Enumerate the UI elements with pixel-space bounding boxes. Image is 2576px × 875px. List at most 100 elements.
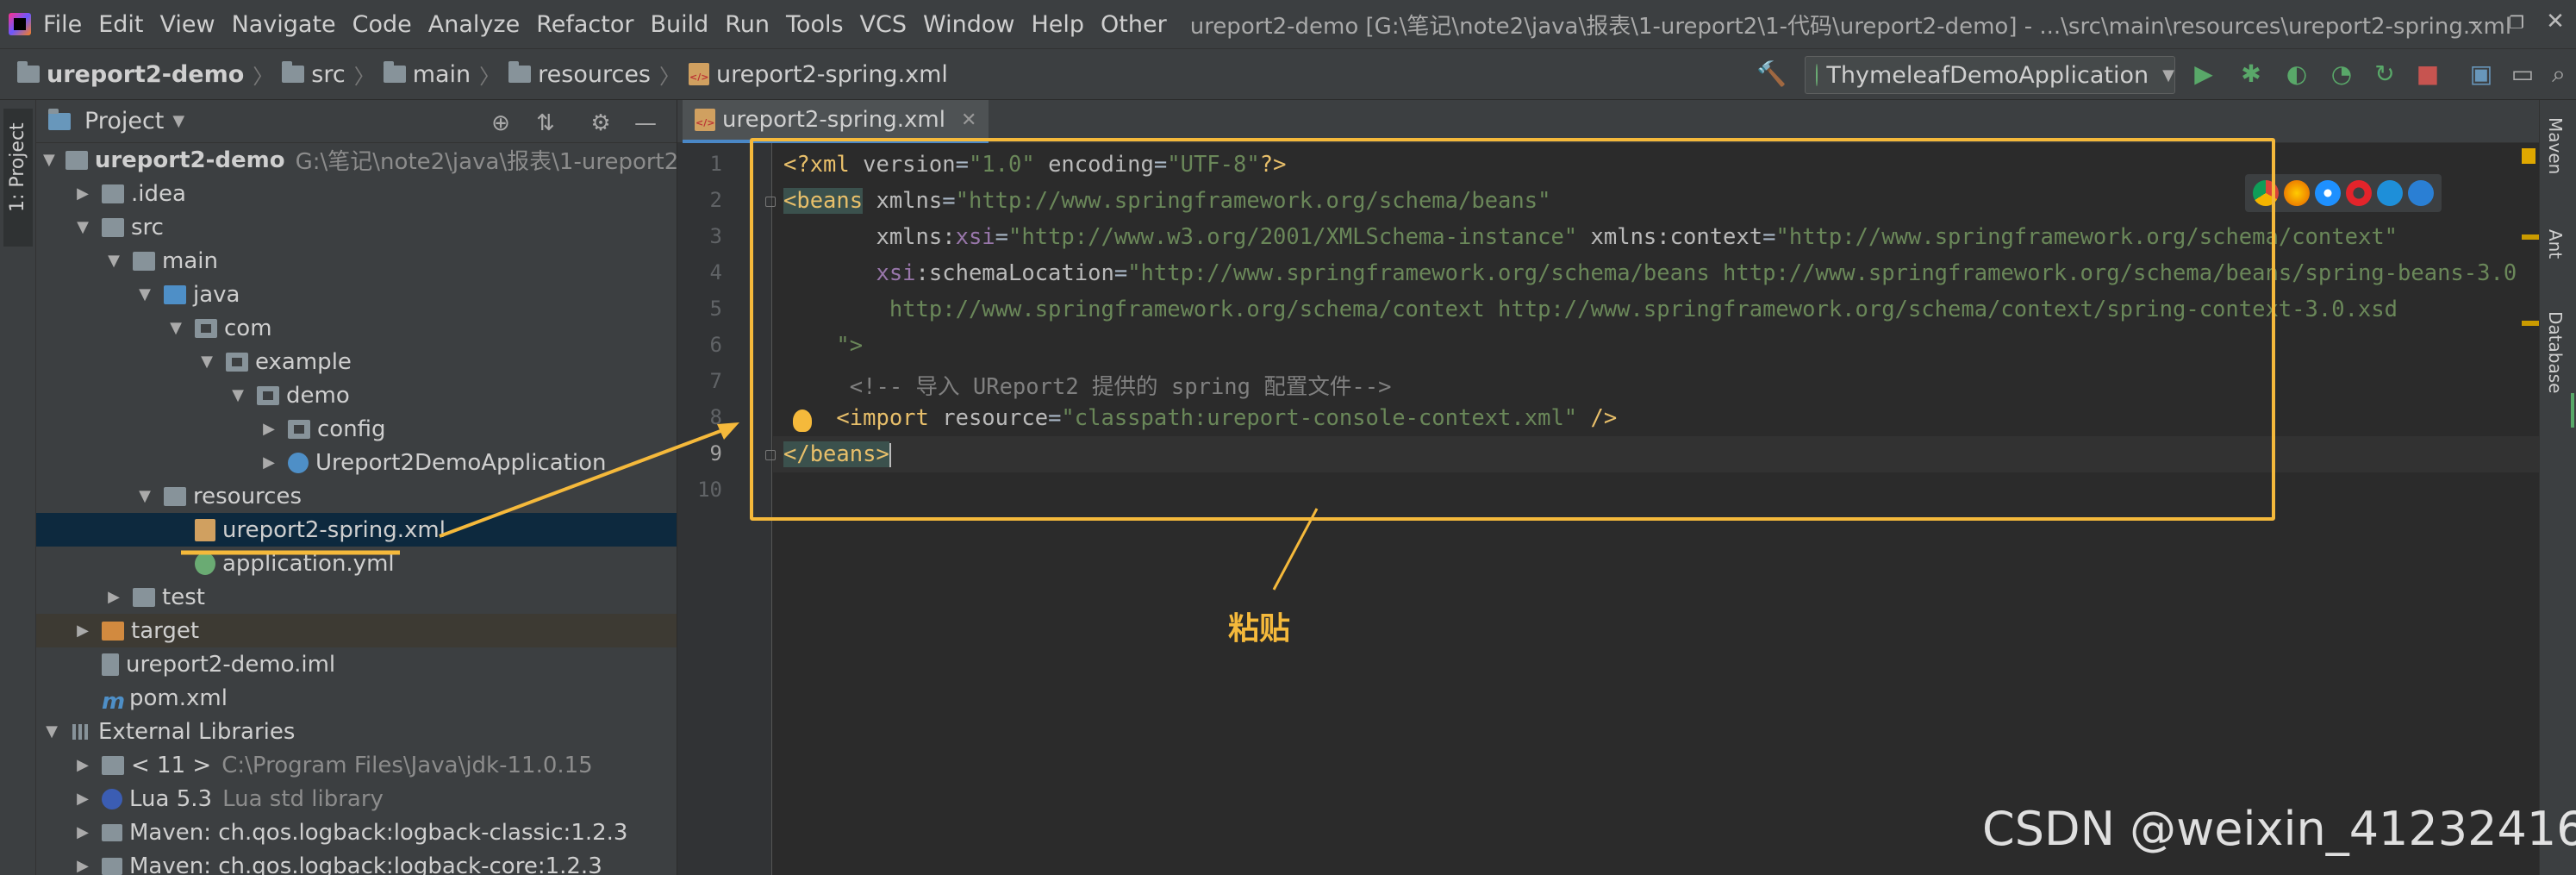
expand-arrow-icon[interactable]: ▼ — [105, 252, 122, 270]
firefox-icon[interactable] — [2284, 180, 2310, 206]
tree-item-application-yml[interactable]: application.yml — [36, 547, 677, 580]
tree-item-main[interactable]: ▼ main — [36, 244, 677, 278]
menu-other[interactable]: Other — [1101, 11, 1167, 38]
hide-icon[interactable]: — — [631, 110, 660, 136]
tab-ureport2-spring-xml[interactable]: ureport2-spring.xml ✕ — [683, 100, 989, 143]
tree-item-config[interactable]: ▶ config — [36, 412, 677, 446]
layout-icon[interactable]: ▭ — [2508, 59, 2537, 89]
tree-item-pom-xml[interactable]: m pom.xml — [36, 681, 677, 715]
scrollbar-thumb[interactable] — [2571, 393, 2574, 428]
tree-item-jdk[interactable]: ▶ < 11 > C:\Program Files\Java\jdk-11.0.… — [36, 748, 677, 782]
gear-icon[interactable]: ⚙ — [586, 110, 615, 136]
menu-code[interactable]: Code — [352, 11, 412, 38]
expand-arrow-icon[interactable]: ▼ — [167, 319, 184, 337]
profile-icon[interactable]: ◔ — [2327, 59, 2356, 89]
tree-item-target[interactable]: ▶ target — [36, 614, 677, 647]
expand-arrow-icon[interactable]: ▶ — [74, 823, 91, 841]
expand-arrow-icon[interactable]: ▼ — [74, 218, 91, 236]
menu-navigate[interactable]: Navigate — [232, 11, 336, 38]
run-icon[interactable]: ▶ — [2189, 59, 2218, 89]
expand-arrow-icon[interactable]: ▶ — [74, 790, 91, 808]
menu-window[interactable]: Window — [923, 11, 1014, 38]
menu-edit[interactable]: Edit — [98, 11, 143, 38]
stop-icon[interactable]: ■ — [2413, 59, 2442, 89]
close-tab-icon[interactable]: ✕ — [961, 109, 976, 131]
project-tool-window-button[interactable]: 1: Project — [3, 109, 33, 247]
close-button[interactable]: ✕ — [2538, 9, 2573, 34]
menu-analyze[interactable]: Analyze — [428, 11, 520, 38]
safari-icon[interactable] — [2315, 180, 2341, 206]
menu-file[interactable]: File — [43, 11, 82, 38]
menu-tools[interactable]: Tools — [786, 11, 844, 38]
error-stripe-mark[interactable] — [2522, 234, 2539, 240]
minimize-button[interactable]: – — [2456, 9, 2491, 34]
attach-icon[interactable]: ↻ — [2370, 59, 2399, 89]
tree-item-iml[interactable]: ureport2-demo.iml — [36, 647, 677, 681]
menu-build[interactable]: Build — [650, 11, 708, 38]
expand-arrow-icon[interactable]: ▶ — [74, 857, 91, 875]
opera-icon[interactable] — [2346, 180, 2372, 206]
tree-item-maven-logback-classic[interactable]: ▶ Maven: ch.qos.logback:logback-classic:… — [36, 816, 677, 849]
menu-help[interactable]: Help — [1031, 11, 1084, 38]
error-stripe-mark[interactable] — [2522, 321, 2539, 326]
expand-arrow-icon[interactable]: ▶ — [74, 184, 91, 203]
collapse-all-icon[interactable]: ⇅ — [531, 110, 560, 136]
tree-item-external-libraries[interactable]: ▼ External Libraries — [36, 715, 677, 748]
tree-item-com[interactable]: ▼ com — [36, 311, 677, 345]
tree-item-src[interactable]: ▼ src — [36, 210, 677, 244]
breadcrumb-main[interactable]: main 〉 — [383, 59, 508, 90]
chevron-down-icon[interactable]: ▼ — [172, 112, 184, 130]
internet-explorer-icon[interactable] — [2377, 180, 2403, 206]
maven-tool-window-button[interactable]: Maven — [2545, 117, 2566, 174]
expand-arrow-icon[interactable]: ▼ — [43, 722, 60, 741]
tree-item-resources[interactable]: ▼ resources — [36, 479, 677, 513]
project-structure-icon[interactable]: ▣ — [2467, 59, 2496, 89]
expand-arrow-icon[interactable]: ▼ — [136, 285, 153, 303]
build-hammer-icon[interactable]: 🔨 — [1756, 59, 1787, 89]
search-icon[interactable]: ⌕ — [2544, 59, 2573, 89]
project-panel-title[interactable]: Project — [84, 108, 164, 134]
breadcrumb-src[interactable]: src 〉 — [282, 59, 383, 90]
locate-icon[interactable]: ⊕ — [486, 110, 515, 136]
breadcrumb-resources[interactable]: resources 〉 — [508, 59, 689, 90]
restore-button[interactable]: ❐ — [2499, 12, 2534, 33]
expand-arrow-icon[interactable]: ▼ — [136, 487, 153, 505]
breadcrumb-file[interactable]: ureport2-spring.xml — [689, 61, 948, 88]
ant-tool-window-button[interactable]: Ant — [2545, 229, 2566, 259]
tree-item-ureport2-spring-xml[interactable]: ureport2-spring.xml — [36, 513, 677, 547]
tree-item-path: G:\笔记\note2\java\报表\1-ureport2\1- — [295, 149, 677, 175]
tree-item-lua[interactable]: ▶ Lua 5.3 Lua std library — [36, 782, 677, 816]
tree-item-test[interactable]: ▶ test — [36, 580, 677, 614]
tree-item-label: application.yml — [222, 550, 395, 577]
line-number: 9 — [709, 441, 722, 466]
expand-arrow-icon[interactable]: ▼ — [43, 151, 55, 169]
tree-item-java[interactable]: ▼ java — [36, 278, 677, 311]
run-configuration-select[interactable]: ThymeleafDemoApplication ▼ — [1805, 56, 2175, 94]
expand-arrow-icon[interactable]: ▶ — [74, 622, 91, 640]
tree-item-idea[interactable]: ▶ .idea — [36, 177, 677, 210]
menu-view[interactable]: View — [159, 11, 215, 38]
coverage-icon[interactable]: ◐ — [2282, 59, 2311, 89]
menu-run[interactable]: Run — [725, 11, 770, 38]
tree-item-label: .idea — [131, 180, 186, 207]
expand-arrow-icon[interactable]: ▼ — [198, 353, 215, 371]
tree-item-maven-logback-core[interactable]: ▶ Maven: ch.qos.logback:logback-core:1.2… — [36, 849, 677, 875]
debug-icon[interactable]: ✱ — [2236, 59, 2266, 89]
expand-arrow-icon[interactable]: ▶ — [105, 588, 122, 606]
tree-item-ureport2-demo-application[interactable]: ▶ Ureport2DemoApplication — [36, 446, 677, 479]
breadcrumb-project[interactable]: ureport2-demo 〉 — [17, 59, 282, 90]
warning-marker[interactable] — [2522, 148, 2535, 164]
edge-icon[interactable] — [2408, 180, 2434, 206]
tree-item-example[interactable]: ▼ example — [36, 345, 677, 378]
expand-arrow-icon[interactable]: ▶ — [260, 453, 278, 472]
project-panel-header: Project ▼ ⊕ ⇅ ⚙ — — [36, 100, 677, 143]
tree-item-project-root[interactable]: ▼ ureport2-demo G:\笔记\note2\java\报表\1-ur… — [36, 143, 677, 177]
menu-refactor[interactable]: Refactor — [536, 11, 633, 38]
tree-item-path: Lua std library — [222, 785, 384, 812]
expand-arrow-icon[interactable]: ▶ — [260, 420, 278, 438]
menu-vcs[interactable]: VCS — [860, 11, 907, 38]
expand-arrow-icon[interactable]: ▶ — [74, 756, 91, 774]
tree-item-demo[interactable]: ▼ demo — [36, 378, 677, 412]
expand-arrow-icon[interactable]: ▼ — [229, 386, 246, 404]
database-tool-window-button[interactable]: Database — [2545, 311, 2566, 393]
